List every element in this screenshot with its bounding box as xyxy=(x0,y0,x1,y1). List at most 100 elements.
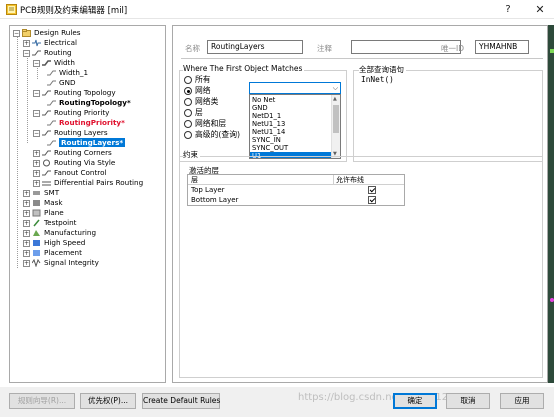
radio-icon[interactable] xyxy=(184,131,192,139)
rule-wizard-button[interactable]: 规则向导(R)... xyxy=(9,393,75,409)
manufacturing-icon xyxy=(33,230,40,236)
scope-radio-all[interactable]: 所有 xyxy=(184,75,211,85)
expand-icon[interactable]: + xyxy=(33,159,40,167)
corners-icon xyxy=(42,150,51,156)
column-header-allow-routing[interactable]: 允许布线 xyxy=(336,175,364,185)
scrollbar-thumb[interactable] xyxy=(333,105,339,133)
cancel-button[interactable]: 取消 xyxy=(446,393,490,409)
create-default-rules-button[interactable]: Create Default Rules xyxy=(142,393,220,409)
apply-button[interactable]: 应用 xyxy=(500,393,544,409)
query-text[interactable]: InNet() xyxy=(361,75,394,84)
allow-routing-checkbox[interactable] xyxy=(368,196,376,204)
radio-icon[interactable] xyxy=(184,98,192,106)
window-title: PCB规则及约束编辑器 [mil] xyxy=(20,6,128,16)
tree-item-placement[interactable]: + Placement xyxy=(23,248,82,258)
radio-icon[interactable] xyxy=(184,120,192,128)
unique-id-field[interactable]: YHMAHNB xyxy=(475,40,529,54)
rule-icon xyxy=(47,140,56,146)
net-dropdown[interactable]: ⌵ xyxy=(249,82,341,94)
layer-name: Bottom Layer xyxy=(191,196,239,204)
scope-radio-netclass[interactable]: 网络类 xyxy=(184,97,218,107)
dropdown-option[interactable]: No Net xyxy=(250,96,332,104)
collapse-icon[interactable]: − xyxy=(33,59,40,67)
tree-item-manufacturing[interactable]: + Manufacturing xyxy=(23,228,96,238)
tree-item-design-rules[interactable]: − Design Rules xyxy=(13,28,81,38)
close-button[interactable]: ✕ xyxy=(526,0,554,19)
tree-item-routingtopology-rule[interactable]: RoutingTopology* xyxy=(47,98,131,108)
name-field[interactable]: RoutingLayers xyxy=(207,40,303,54)
chevron-down-icon[interactable]: ⌵ xyxy=(333,84,338,93)
tree-item-electrical[interactable]: + Electrical xyxy=(23,38,77,48)
table-row[interactable]: Top Layer xyxy=(188,185,404,195)
tree-item-plane[interactable]: + Plane xyxy=(23,208,64,218)
collapse-icon[interactable]: − xyxy=(33,109,40,117)
tree-item-routing-layers[interactable]: − Routing Layers xyxy=(33,128,108,138)
rules-tree[interactable]: − Design Rules + Electrical − Routing − Widt… xyxy=(9,25,166,383)
layers-table[interactable]: 层 允许布线 Top Layer Bottom Layer xyxy=(187,174,405,206)
rule-icon xyxy=(47,80,56,86)
dropdown-option[interactable]: SYNC_OUT xyxy=(250,144,332,152)
expand-icon[interactable]: + xyxy=(23,229,30,237)
tree-item-routinglayers-rule[interactable]: RoutingLayers* xyxy=(47,138,126,148)
tree-item-mask[interactable]: + Mask xyxy=(23,198,63,208)
expand-icon[interactable]: + xyxy=(23,189,30,197)
expand-icon[interactable]: + xyxy=(33,179,40,187)
ok-button[interactable]: 确定 xyxy=(393,393,437,409)
tree-item-routing-corners[interactable]: + Routing Corners xyxy=(33,148,112,158)
tree-item-routing-via-style[interactable]: + Routing Via Style xyxy=(33,158,115,168)
collapse-icon[interactable]: − xyxy=(33,89,40,97)
column-header-layer[interactable]: 层 xyxy=(191,175,198,185)
tree-item-testpoint[interactable]: + Testpoint xyxy=(23,218,76,228)
tree-item-high-speed[interactable]: + High Speed xyxy=(23,238,85,248)
collapse-icon[interactable]: − xyxy=(33,129,40,137)
net-dropdown-list[interactable]: No Net GND NetD1_1 NetU1_13 NetU1_14 SYN… xyxy=(249,94,341,159)
tree-item-width-1[interactable]: Width_1 xyxy=(47,68,88,78)
rule-icon xyxy=(47,70,56,76)
scope-radio-net-and-layer[interactable]: 网络和层 xyxy=(184,119,226,129)
table-row[interactable]: Bottom Layer xyxy=(188,195,404,205)
title-bar: PCB规则及约束编辑器 [mil] ? ✕ xyxy=(0,0,554,19)
collapse-icon[interactable]: − xyxy=(13,29,20,37)
help-button[interactable]: ? xyxy=(494,0,522,19)
mask-icon xyxy=(33,200,40,206)
app-icon xyxy=(6,4,17,15)
scroll-up-icon[interactable]: ▲ xyxy=(333,96,337,102)
expand-icon[interactable]: + xyxy=(23,239,30,247)
dropdown-option[interactable]: GND xyxy=(250,104,332,112)
tree-item-signal-integrity[interactable]: + Signal Integrity xyxy=(23,258,99,268)
constraints-group-title: 约束 xyxy=(183,149,200,160)
priority-button[interactable]: 优先权(P)... xyxy=(80,393,136,409)
scope-group-title: Where The First Object Matches xyxy=(183,64,305,73)
tree-item-routing-priority[interactable]: − Routing Priority xyxy=(33,108,109,118)
expand-icon[interactable]: + xyxy=(23,219,30,227)
priority-icon xyxy=(42,110,51,116)
dropdown-option[interactable]: NetD1_1 xyxy=(250,112,332,120)
scope-radio-net[interactable]: 网络 xyxy=(184,86,211,96)
radio-icon[interactable] xyxy=(184,109,192,117)
tree-item-routing[interactable]: − Routing xyxy=(23,48,72,58)
scope-radio-layer[interactable]: 层 xyxy=(184,108,203,118)
tree-item-routing-topology[interactable]: − Routing Topology xyxy=(33,88,116,98)
tree-item-gnd[interactable]: GND xyxy=(47,78,75,88)
expand-icon[interactable]: + xyxy=(33,169,40,177)
dropdown-option[interactable]: NetU1_13 xyxy=(250,120,332,128)
scope-radio-advanced[interactable]: 高级的(查询) xyxy=(184,130,240,140)
tree-item-width[interactable]: − Width xyxy=(33,58,75,68)
radio-selected-icon[interactable] xyxy=(184,87,192,95)
tree-item-fanout-control[interactable]: + Fanout Control xyxy=(33,168,106,178)
collapse-icon[interactable]: − xyxy=(23,49,30,57)
tree-item-smt[interactable]: + SMT xyxy=(23,188,59,198)
tree-item-differential-pairs-routing[interactable]: + Differential Pairs Routing xyxy=(33,178,143,188)
dropdown-scrollbar[interactable]: ▲ ▼ xyxy=(331,95,340,158)
expand-icon[interactable]: + xyxy=(23,199,30,207)
radio-icon[interactable] xyxy=(184,76,192,84)
expand-icon[interactable]: + xyxy=(23,39,30,47)
allow-routing-checkbox[interactable] xyxy=(368,186,376,194)
dropdown-option[interactable]: SYNC_IN xyxy=(250,136,332,144)
expand-icon[interactable]: + xyxy=(23,209,30,217)
dropdown-option[interactable]: NetU1_14 xyxy=(250,128,332,136)
expand-icon[interactable]: + xyxy=(23,249,30,257)
expand-icon[interactable]: + xyxy=(33,149,40,157)
expand-icon[interactable]: + xyxy=(23,259,30,267)
tree-item-routingpriority-rule[interactable]: RoutingPriority* xyxy=(47,118,125,128)
